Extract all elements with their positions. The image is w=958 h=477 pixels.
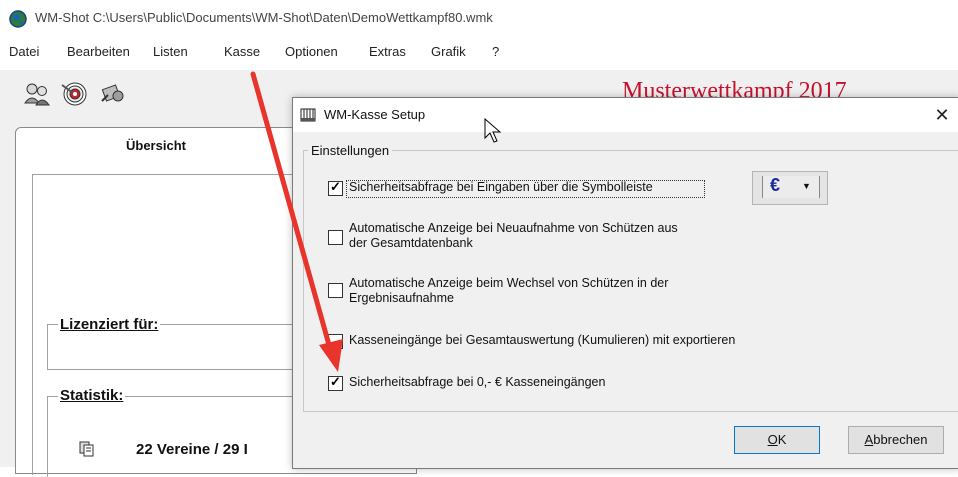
dialog-title: WM-Kasse Setup [324, 107, 426, 122]
menu-optionen[interactable]: Optionen [285, 44, 338, 59]
option-auto-show-new-line2: der Gesamtdatenbank [349, 236, 473, 250]
menu-kasse[interactable]: Kasse [224, 44, 260, 59]
cash-register-icon [300, 108, 316, 122]
clubs-icon [79, 441, 94, 457]
cancel-button[interactable]: Abbrechen [848, 426, 944, 454]
menu-bearbeiten[interactable]: Bearbeiten [67, 44, 130, 59]
option-export-cash-label: Kasseneingänge bei Gesamtauswertung (Kum… [349, 333, 736, 347]
option-zero-confirm-label: Sicherheitsabfrage bei 0,- € Kasseneingä… [349, 375, 606, 389]
chevron-down-icon: ▼ [802, 181, 811, 191]
menu-grafik[interactable]: Grafik [431, 44, 466, 59]
licensed-label: Lizenziert für: [58, 316, 161, 333]
close-icon[interactable]: ✕ [930, 102, 954, 128]
statistics-summary: 22 Vereine / 29 I [136, 441, 248, 458]
globe-icon [9, 10, 27, 28]
checkbox-toolbar-confirm[interactable]: ✓ [328, 179, 343, 196]
settings-group-label: Einstellungen [308, 143, 393, 158]
option-auto-show-new-line1: Automatische Anzeige bei Neuaufnahme von… [349, 221, 678, 235]
tools-icon[interactable] [98, 81, 128, 107]
menu-datei[interactable]: Datei [9, 44, 39, 59]
checkbox-auto-show-new[interactable] [328, 230, 343, 245]
menu-listen[interactable]: Listen [153, 44, 188, 59]
menu-help[interactable]: ? [492, 44, 499, 59]
checkbox-export-cash[interactable] [328, 334, 343, 349]
users-icon[interactable] [22, 81, 52, 107]
checkbox-zero-confirm[interactable]: ✓ [328, 374, 343, 391]
target-icon[interactable] [60, 81, 90, 107]
option-toolbar-confirm-label: Sicherheitsabfrage bei Eingaben über die… [349, 180, 653, 194]
statistics-label: Statistik: [58, 387, 126, 404]
menu-extras[interactable]: Extras [369, 44, 406, 59]
checkbox-auto-show-change[interactable] [328, 283, 343, 298]
option-auto-show-change-line1: Automatische Anzeige beim Wechsel von Sc… [349, 276, 669, 290]
ok-button[interactable]: OK [734, 426, 820, 454]
option-auto-show-change-line2: Ergebnisaufnahme [349, 291, 454, 305]
euro-icon: € [770, 175, 781, 195]
window-title: WM-Shot C:\Users\Public\Documents\WM-Sho… [35, 10, 493, 25]
tab-uebersicht[interactable]: Übersicht [126, 138, 186, 153]
mouse-cursor-icon [484, 118, 502, 143]
